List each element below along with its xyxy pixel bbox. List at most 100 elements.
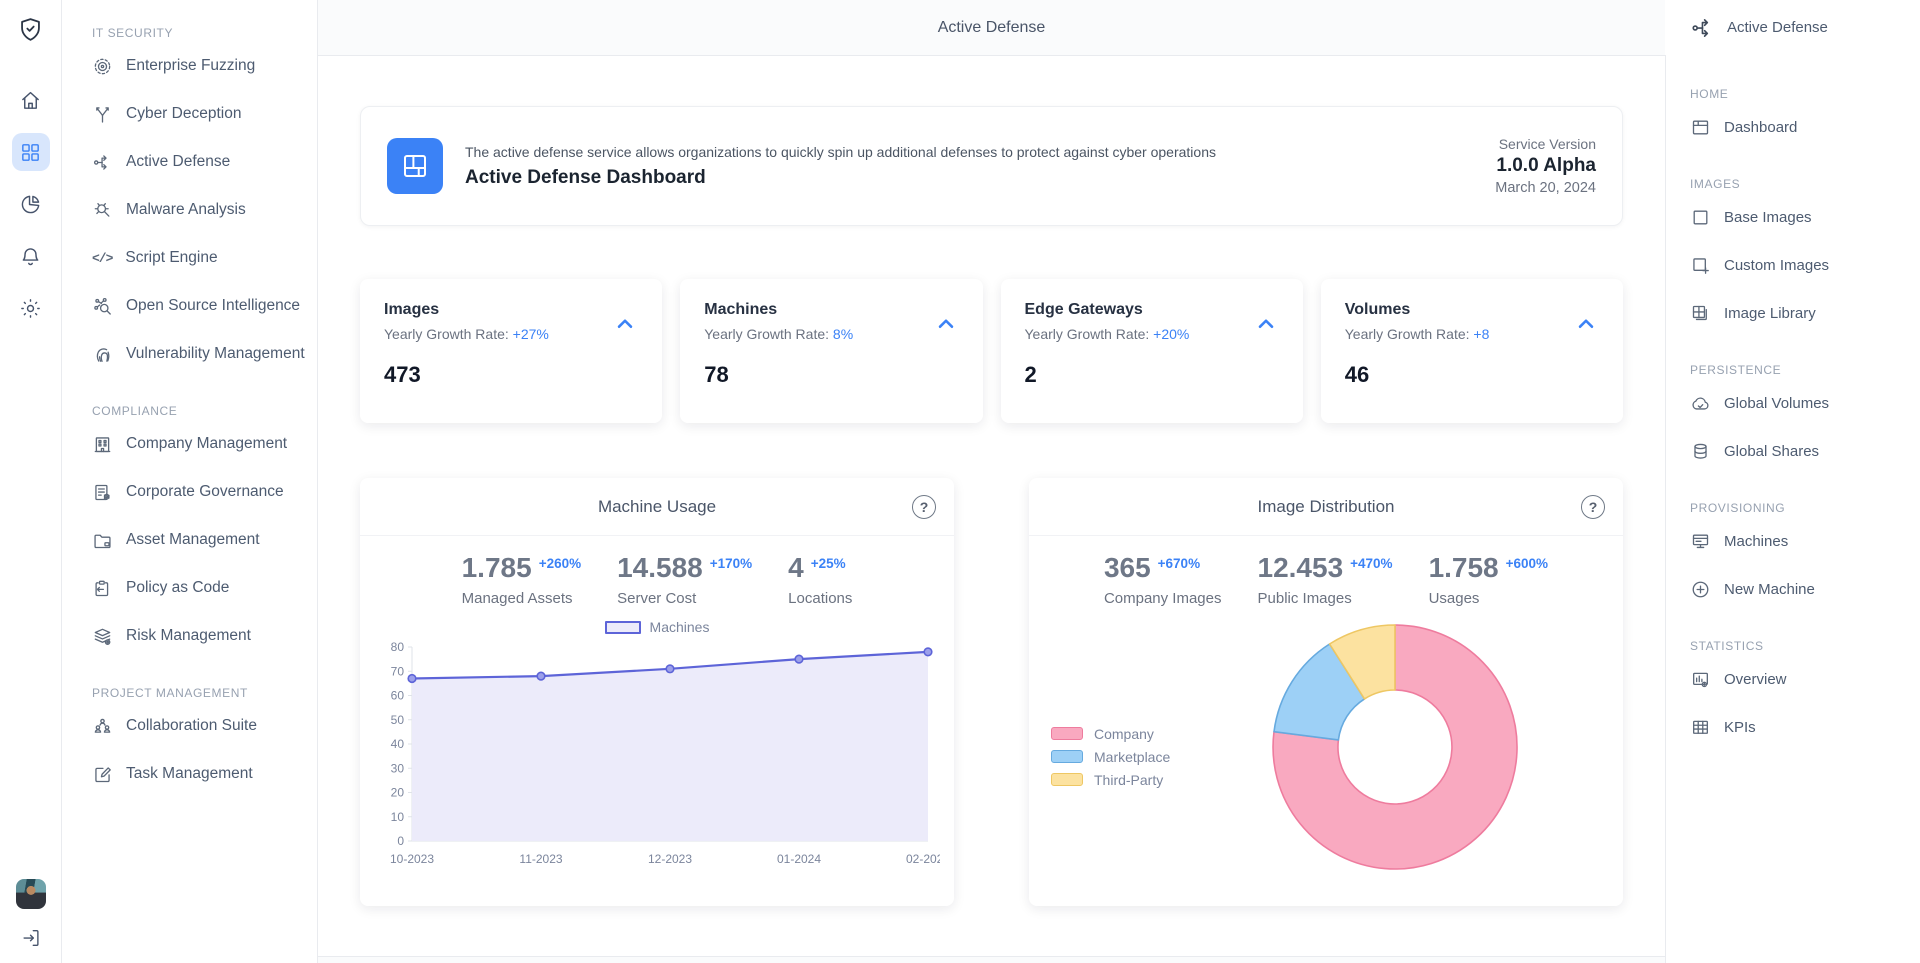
service-version-label: Service Version	[1495, 136, 1596, 152]
chart-stat-delta: +600%	[1506, 556, 1548, 571]
chart-stat-delta: +25%	[811, 556, 846, 571]
cloud-icon	[1690, 393, 1711, 414]
sidebar-item-collaboration-suite[interactable]: Collaboration Suite	[92, 702, 307, 750]
svg-text:40: 40	[391, 737, 405, 751]
sidebar-item-machines[interactable]: Machines	[1690, 517, 1912, 565]
collapse-chevron-up-icon[interactable]	[1253, 311, 1279, 337]
sidebar-item-image-library[interactable]: Image Library	[1690, 289, 1912, 337]
sidebar-item-cyber-deception[interactable]: Cyber Deception	[92, 90, 307, 138]
sidebar-item-label: Vulnerability Management	[126, 345, 305, 363]
stat-card-title: Images	[384, 301, 638, 319]
sidebar-item-asset-management[interactable]: Asset Management	[92, 516, 307, 564]
section-title-project-management: PROJECT MANAGEMENT	[92, 686, 307, 700]
sidebar-item-company-management[interactable]: Company Management	[92, 420, 307, 468]
svg-text:30: 30	[391, 761, 405, 775]
svg-text:60: 60	[391, 689, 405, 703]
main-column: Active Defense The active defense servic…	[318, 0, 1665, 963]
sidebar-item-global-volumes[interactable]: Global Volumes	[1690, 379, 1912, 427]
sidebar-item-label: Dashboard	[1724, 119, 1797, 136]
legend-label: Marketplace	[1094, 749, 1170, 765]
sidebar-item-dashboard[interactable]: Dashboard	[1690, 103, 1912, 151]
sidebar-item-corporate-governance[interactable]: Corporate Governance	[92, 468, 307, 516]
pie-icon	[19, 193, 42, 216]
rail-button-home[interactable]	[12, 81, 50, 119]
chart-stat-usages: 1.758+600%Usages	[1429, 554, 1549, 607]
sidebar-item-new-machine[interactable]: New Machine	[1690, 565, 1912, 613]
logout-icon[interactable]	[20, 927, 42, 949]
right-sidebar-header: Active Defense	[1665, 0, 1920, 55]
sidebar-item-script-engine[interactable]: </>Script Engine	[92, 234, 307, 282]
chart-stat-value: 365	[1104, 554, 1151, 582]
page-title: Active Defense	[938, 19, 1046, 37]
route-icon	[1690, 15, 1716, 41]
sidebar-item-label: Active Defense	[126, 153, 230, 171]
chart-stat-label: Usages	[1429, 590, 1549, 607]
legend-item-third-party[interactable]: Third-Party	[1051, 772, 1170, 788]
chart-title: Image Distribution	[1257, 497, 1394, 517]
svg-text:50: 50	[391, 713, 405, 727]
sidebar-item-label: Corporate Governance	[126, 483, 284, 501]
sidebar-item-label: Global Shares	[1724, 443, 1819, 460]
chart-stat-label: Company Images	[1104, 590, 1222, 607]
user-avatar[interactable]	[16, 879, 46, 909]
collapse-chevron-up-icon[interactable]	[933, 311, 959, 337]
collapse-chevron-up-icon[interactable]	[612, 311, 638, 337]
sidebar-item-active-defense[interactable]: Active Defense	[92, 138, 307, 186]
sidebar-item-kpis[interactable]: KPIs	[1690, 703, 1912, 751]
svg-text:12-2023: 12-2023	[648, 852, 692, 866]
right-sidebar: Active Defense HOMEDashboardIMAGESBase I…	[1665, 0, 1920, 963]
legend-item-marketplace[interactable]: Marketplace	[1051, 749, 1170, 765]
rail-button-pie[interactable]	[12, 185, 50, 223]
image-distribution-donut-chart	[1269, 621, 1521, 873]
stat-cards-row: ImagesYearly Growth Rate: +27%473Machine…	[360, 279, 1623, 423]
svg-text:10-2023: 10-2023	[390, 852, 434, 866]
rail-button-grid[interactable]	[12, 133, 50, 171]
section-title-it-security: IT SECURITY	[92, 26, 307, 40]
library-icon	[1690, 303, 1711, 324]
logout-icon	[20, 927, 42, 949]
server-icon	[1690, 531, 1711, 552]
rail-button-gear[interactable]	[12, 289, 50, 327]
svg-text:01-2024: 01-2024	[777, 852, 821, 866]
collapse-chevron-up-icon[interactable]	[1573, 311, 1599, 337]
banner-title: Active Defense Dashboard	[465, 167, 1473, 189]
sidebar-item-label: Base Images	[1724, 209, 1812, 226]
sidebar-item-enterprise-fuzzing[interactable]: Enterprise Fuzzing	[92, 42, 307, 90]
chart-stat-locations: 4+25%Locations	[788, 554, 852, 607]
grid-icon	[19, 141, 42, 164]
stat-card-title: Volumes	[1345, 301, 1599, 319]
right-sidebar-title: Active Defense	[1727, 19, 1828, 36]
legend-label: Company	[1094, 726, 1154, 742]
section-title-statistics: STATISTICS	[1690, 639, 1912, 653]
sidebar-item-open-source-intelligence[interactable]: Open Source Intelligence	[92, 282, 307, 330]
sidebar-item-base-images[interactable]: Base Images	[1690, 193, 1912, 241]
legend-swatch	[605, 621, 641, 634]
rail-button-bell[interactable]	[12, 237, 50, 275]
sidebar-item-vulnerability-management[interactable]: Vulnerability Management	[92, 330, 307, 378]
sidebar-item-malware-analysis[interactable]: Malware Analysis	[92, 186, 307, 234]
sidebar-item-task-management[interactable]: Task Management	[92, 750, 307, 798]
sidebar-item-risk-management[interactable]: Risk Management	[92, 612, 307, 660]
stat-card-volumes: VolumesYearly Growth Rate: +846	[1321, 279, 1623, 423]
chart-stat-delta: +260%	[539, 556, 581, 571]
chart-stat-delta: +670%	[1158, 556, 1200, 571]
help-icon[interactable]: ?	[912, 495, 936, 519]
sidebar-item-label: Open Source Intelligence	[126, 297, 300, 315]
help-icon[interactable]: ?	[1581, 495, 1605, 519]
sidebar-item-custom-images[interactable]: Custom Images	[1690, 241, 1912, 289]
sidebar-item-global-shares[interactable]: Global Shares	[1690, 427, 1912, 475]
chart-stat-company-images: 365 +670% Company Images	[1104, 554, 1222, 607]
layers-eye-icon	[92, 626, 113, 647]
svg-text:11-2023: 11-2023	[519, 852, 562, 866]
legend-item-machines[interactable]: Machines	[360, 619, 954, 635]
stat-card-value: 473	[384, 362, 638, 388]
chart-stat-label: Managed Assets	[462, 590, 582, 607]
database-icon	[1690, 441, 1711, 462]
shield-check-icon	[17, 16, 44, 43]
sidebar-item-policy-as-code[interactable]: Policy as Code	[92, 564, 307, 612]
stat-card-growth: Yearly Growth Rate: +8	[1345, 326, 1599, 342]
legend-item-company[interactable]: Company	[1051, 726, 1170, 742]
plus-circle-icon	[1690, 579, 1711, 600]
sidebar-item-overview[interactable]: Overview	[1690, 655, 1912, 703]
section-title-persistence: PERSISTENCE	[1690, 363, 1912, 377]
